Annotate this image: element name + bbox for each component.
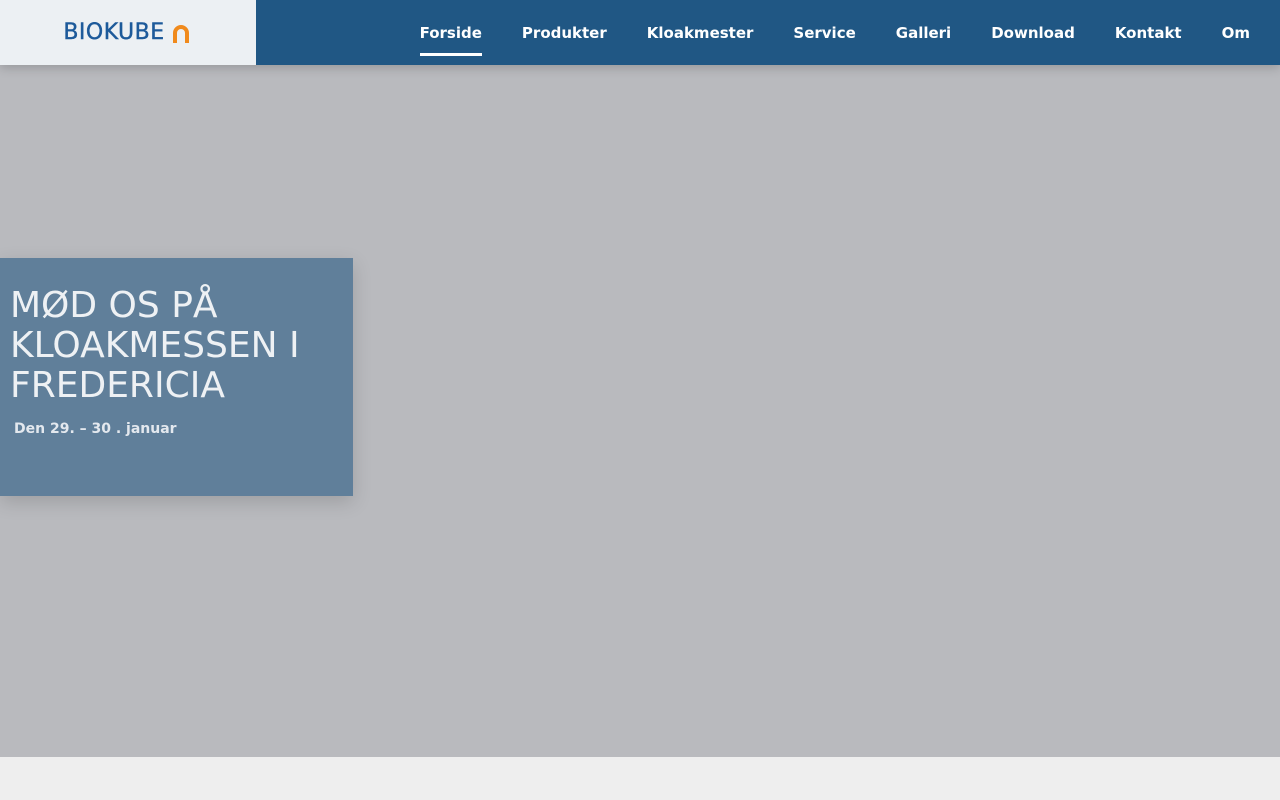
hero-subtitle: Den 29. – 30 . januar — [14, 421, 177, 437]
nav-item-forside[interactable]: Forside — [419, 0, 483, 65]
nav-item-produkter[interactable]: Produkter — [522, 0, 607, 65]
nav-item-kontakt[interactable]: Kontakt — [1115, 0, 1182, 65]
nav-item-kloakmester[interactable]: Kloakmester — [647, 0, 754, 65]
hero-banner: MØD OS PÅ KLOAKMESSEN I FREDERICIA Den 2… — [0, 65, 1280, 757]
nav-item-download[interactable]: Download — [991, 0, 1075, 65]
logo-area: BIOKUBE — [0, 0, 256, 65]
logo-text: BIOKUBE — [63, 20, 165, 45]
page-bottom-strip — [0, 757, 1280, 800]
horseshoe-arch-icon — [172, 24, 189, 43]
nav-item-galleri[interactable]: Galleri — [896, 0, 951, 65]
site-header: BIOKUBE Forside Produkter Kloakmester Se… — [0, 0, 1280, 65]
hero-card[interactable]: MØD OS PÅ KLOAKMESSEN I FREDERICIA Den 2… — [0, 258, 353, 496]
main-nav: Forside Produkter Kloakmester Service Ga… — [419, 0, 1250, 65]
nav-item-om[interactable]: Om — [1222, 0, 1250, 65]
nav-item-service[interactable]: Service — [793, 0, 855, 65]
site-logo[interactable]: BIOKUBE — [63, 20, 192, 45]
hero-title: MØD OS PÅ KLOAKMESSEN I FREDERICIA — [10, 285, 300, 406]
